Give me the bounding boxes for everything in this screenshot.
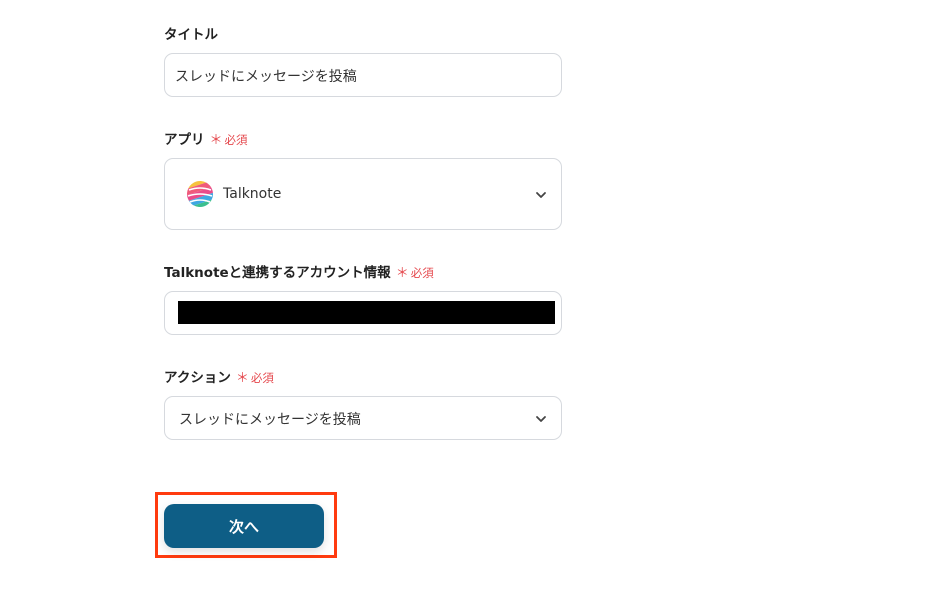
action-label-text: アクション <box>164 370 231 386</box>
title-input-value: スレッドにメッセージを投稿 <box>175 69 357 85</box>
required-asterisk: ＊ <box>395 266 409 281</box>
required-asterisk: ＊ <box>235 371 249 386</box>
title-input[interactable]: スレッドにメッセージを投稿 <box>164 53 562 97</box>
required-text: 必須 <box>224 133 248 147</box>
account-select[interactable] <box>164 291 562 335</box>
required-asterisk: ＊ <box>209 133 223 148</box>
action-select[interactable]: スレッドにメッセージを投稿 <box>164 396 562 440</box>
title-label: タイトル <box>164 26 218 44</box>
chevron-down-icon <box>536 192 546 198</box>
required-text: 必須 <box>250 371 274 385</box>
action-select-value: スレッドにメッセージを投稿 <box>179 412 361 428</box>
account-label: Talknoteと連携するアカウント情報 ＊必須 <box>164 264 434 283</box>
app-label-text: アプリ <box>164 132 205 148</box>
title-label-text: タイトル <box>164 27 218 43</box>
app-select-value: Talknote <box>223 186 282 202</box>
talknote-logo-icon <box>185 179 215 209</box>
required-badge: ＊必須 <box>395 266 434 281</box>
chevron-down-icon <box>536 416 546 422</box>
required-badge: ＊必須 <box>235 371 274 386</box>
account-label-text: Talknoteと連携するアカウント情報 <box>164 265 391 281</box>
app-select[interactable]: Talknote <box>164 158 562 230</box>
required-text: 必須 <box>410 266 434 280</box>
app-label: アプリ ＊必須 <box>164 131 248 150</box>
next-button[interactable]: 次へ <box>164 504 324 548</box>
action-label: アクション ＊必須 <box>164 369 274 388</box>
redacted-account-value <box>178 301 555 324</box>
required-badge: ＊必須 <box>209 133 248 148</box>
flow-settings-form: タイトル スレッドにメッセージを投稿 アプリ＊必須 Talknote Talkn… <box>0 0 936 610</box>
